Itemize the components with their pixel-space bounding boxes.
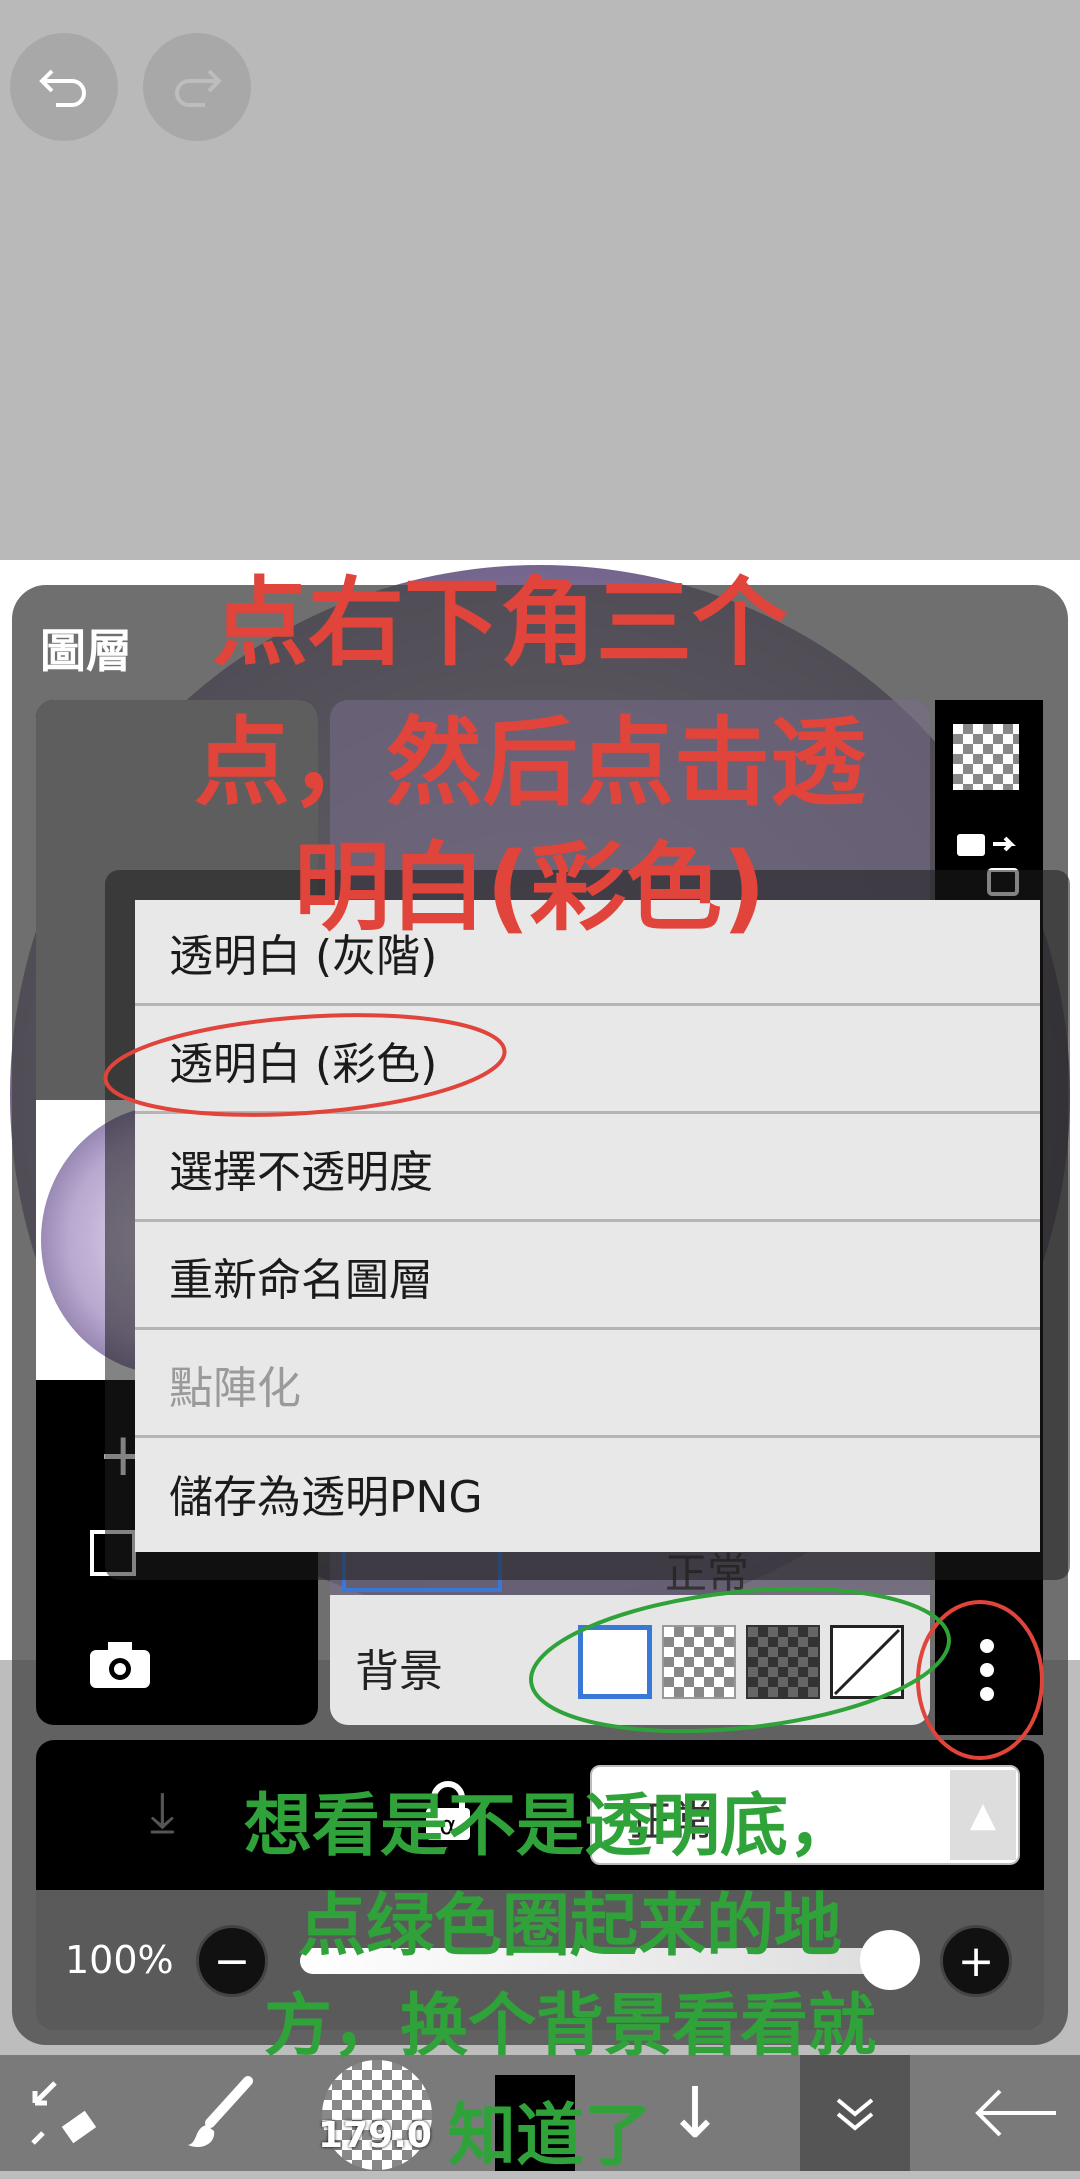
annotation-green-line-2: 点绿色圈起来的地: [297, 1887, 842, 1966]
annotation-green-line-1: 想看是不是透明底，: [243, 1787, 856, 1866]
annotation-green-line-3: 方，换个背景看看就: [263, 1987, 876, 2066]
annotation-green-line-4: 知道了: [447, 2097, 652, 2176]
